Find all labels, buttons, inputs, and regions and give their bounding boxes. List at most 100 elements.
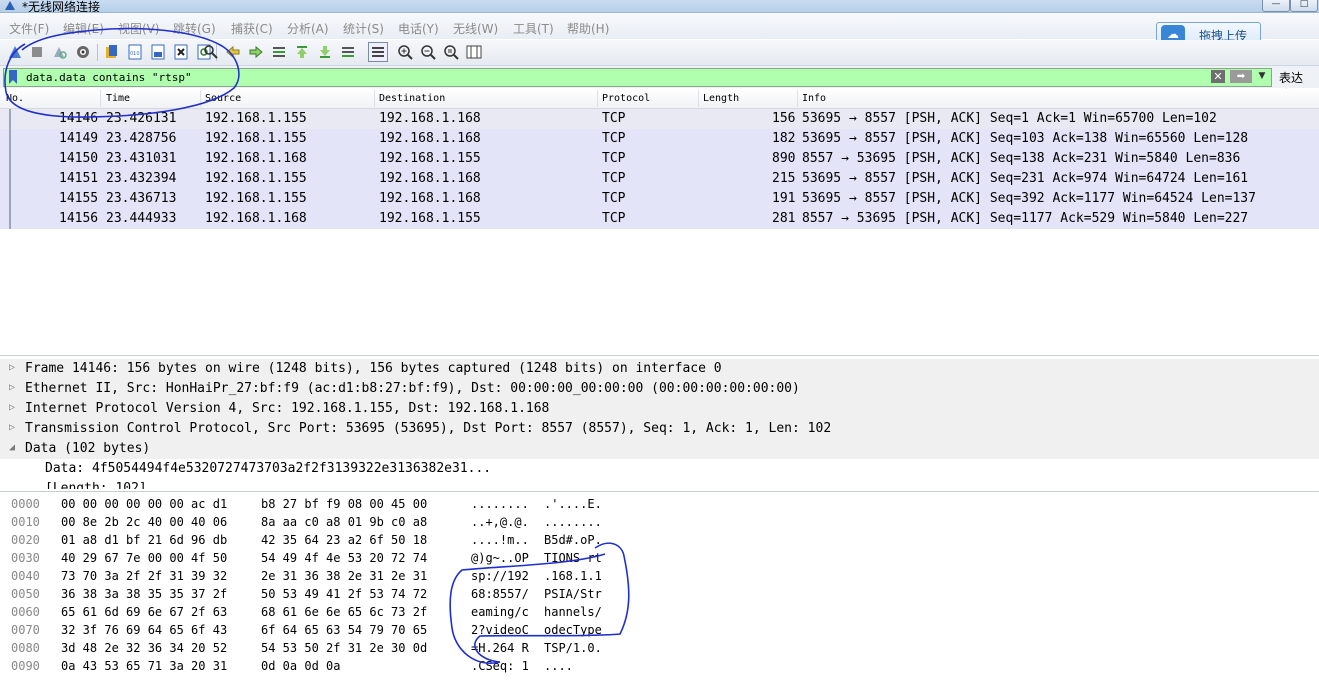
menu-statistics[interactable]: 统计(S) (343, 20, 384, 37)
go-last-icon[interactable] (317, 44, 333, 60)
clear-x-icon[interactable]: ✕ (1211, 70, 1225, 83)
zoom-normal-icon[interactable] (443, 44, 459, 60)
menu-go[interactable]: 跳转(G) (173, 20, 216, 37)
detail-tree-item[interactable]: ▷ Frame 14146: 156 bytes on wire (1248 b… (0, 359, 1319, 379)
hex-bytes: 8a aa c0 a8 01 9b c0 a8 (261, 515, 428, 529)
expand-arrow-icon[interactable]: ▷ (9, 362, 15, 373)
go-forward-icon[interactable] (248, 44, 264, 60)
apply-arrow-icon[interactable]: ➡ (1230, 70, 1252, 83)
detail-tree-item[interactable]: Data: 4f5054494f4e5320727473703a2f2f3139… (0, 459, 1319, 479)
detail-text: Frame 14146: 156 bytes on wire (1248 bit… (25, 361, 722, 376)
packet-protocol: TCP (602, 191, 626, 206)
expand-arrow-icon[interactable]: ▷ (9, 382, 15, 393)
hex-row[interactable]: 0050 36 38 3a 38 35 35 37 2f 50 53 49 41… (0, 586, 1319, 604)
detail-text: [Length: 102] (45, 481, 147, 489)
hex-bytes: 00 00 00 00 00 00 ac d1 (61, 497, 228, 511)
expand-arrow-icon[interactable]: ▷ (9, 402, 15, 413)
column-divider[interactable] (200, 90, 201, 107)
hex-row[interactable]: 0020 01 a8 d1 bf 21 6d 96 db 42 35 64 23… (0, 532, 1319, 550)
menu-capture[interactable]: 捕获(C) (231, 20, 273, 37)
packet-row[interactable]: 14151 23.432394 192.168.1.155 192.168.1.… (0, 169, 1319, 189)
save-file-icon[interactable] (150, 44, 166, 60)
find-icon[interactable] (203, 44, 219, 60)
shark-fin-start-icon[interactable] (7, 44, 23, 60)
packet-row[interactable]: 14150 23.431031 192.168.1.168 192.168.1.… (0, 149, 1319, 169)
detail-tree-item[interactable]: ◢ Data (102 bytes) (0, 439, 1319, 459)
detail-tree-item[interactable]: ▷ Transmission Control Protocol, Src Por… (0, 419, 1319, 439)
display-filter-input[interactable]: data.data contains "rtsp" ✕ ➡ ▼ (3, 68, 1272, 87)
column-header-info[interactable]: Info (802, 93, 826, 104)
packet-info: 53695 → 8557 [PSH, ACK] Seq=231 Ack=974 … (802, 171, 1249, 186)
zoom-out-icon[interactable] (420, 44, 436, 60)
packet-time: 23.426131 (106, 111, 177, 126)
detail-tree-item[interactable]: ▷ Internet Protocol Version 4, Src: 192.… (0, 399, 1319, 419)
column-divider[interactable] (698, 90, 699, 107)
hex-row[interactable]: 0030 40 29 67 7e 00 00 4f 50 54 49 4f 4e… (0, 550, 1319, 568)
open-file-icon[interactable]: 010 (127, 44, 143, 60)
column-divider[interactable] (374, 90, 375, 107)
options-gear-icon[interactable] (75, 44, 91, 60)
column-divider[interactable] (597, 90, 598, 107)
menu-tools[interactable]: 工具(T) (513, 20, 554, 37)
hex-row[interactable]: 0070 32 3f 76 69 64 65 6f 43 6f 64 65 63… (0, 622, 1319, 640)
packet-destination: 192.168.1.168 (379, 111, 481, 126)
packet-row[interactable]: 14146 23.426131 192.168.1.155 192.168.1.… (0, 109, 1319, 129)
collapse-arrow-icon[interactable]: ◢ (9, 442, 15, 453)
packet-source: 192.168.1.168 (205, 151, 307, 166)
menu-view[interactable]: 视图(V) (118, 20, 160, 37)
colorize-icon[interactable] (368, 42, 388, 62)
ascii-bytes: PSIA/Str (544, 587, 602, 601)
open-folder-icon[interactable] (104, 44, 120, 60)
column-header-destination[interactable]: Destination (379, 93, 445, 104)
column-header-no[interactable]: No. (6, 93, 24, 104)
packet-source: 192.168.1.155 (205, 191, 307, 206)
hex-bytes: 65 61 6d 69 6e 67 2f 63 (61, 605, 228, 619)
go-back-icon[interactable] (225, 44, 241, 60)
chevron-down-icon[interactable]: ▼ (1256, 70, 1268, 83)
packet-row[interactable]: 14155 23.436713 192.168.1.155 192.168.1.… (0, 189, 1319, 209)
autoscroll-icon[interactable] (340, 44, 356, 60)
hex-row[interactable]: 0040 73 70 3a 2f 2f 31 39 32 2e 31 36 38… (0, 568, 1319, 586)
menu-help[interactable]: 帮助(H) (567, 20, 609, 37)
hex-row[interactable]: 0000 00 00 00 00 00 00 ac d1 b8 27 bf f9… (0, 496, 1319, 514)
ascii-bytes: =H.264 R (471, 641, 529, 655)
packet-no: 14151 (59, 171, 99, 186)
packet-row[interactable]: 14156 23.444933 192.168.1.168 192.168.1.… (0, 209, 1319, 229)
restart-icon[interactable] (51, 44, 67, 60)
menu-wireless[interactable]: 无线(W) (453, 20, 498, 37)
column-divider[interactable] (797, 90, 798, 107)
menu-file[interactable]: 文件(F) (9, 20, 49, 37)
zoom-in-icon[interactable] (397, 44, 413, 60)
go-to-packet-icon[interactable] (271, 44, 287, 60)
hex-offset: 0020 (11, 533, 40, 547)
resize-columns-icon[interactable] (466, 44, 482, 60)
menu-telephony[interactable]: 电话(Y) (398, 20, 439, 37)
maximize-button[interactable]: □ (1290, 0, 1318, 12)
ascii-bytes: .168.1.1 (544, 569, 602, 583)
close-file-icon[interactable] (173, 44, 189, 60)
menu-analyze[interactable]: 分析(A) (287, 20, 329, 37)
hex-row[interactable]: 0010 00 8e 2b 2c 40 00 40 06 8a aa c0 a8… (0, 514, 1319, 532)
hex-row[interactable]: 0090 0a 43 53 65 71 3a 20 31 0d 0a 0d 0a… (0, 658, 1319, 676)
column-header-length[interactable]: Length (703, 93, 739, 104)
menu-edit[interactable]: 编辑(E) (63, 20, 104, 37)
column-header-protocol[interactable]: Protocol (602, 93, 650, 104)
packet-length: 182 (772, 131, 796, 146)
go-first-icon[interactable] (294, 44, 310, 60)
packet-row[interactable]: 14149 23.428756 192.168.1.155 192.168.1.… (0, 129, 1319, 149)
column-header-source[interactable]: Source (205, 93, 241, 104)
expand-arrow-icon[interactable]: ▷ (9, 422, 15, 433)
detail-tree-item[interactable]: ▷ Ethernet II, Src: HonHaiPr_27:bf:f9 (a… (0, 379, 1319, 399)
column-divider[interactable] (100, 90, 101, 107)
column-header-time[interactable]: Time (106, 93, 130, 104)
hex-row[interactable]: 0080 3d 48 2e 32 36 34 20 52 54 53 50 2f… (0, 640, 1319, 658)
hex-offset: 0090 (11, 659, 40, 673)
detail-tree-item[interactable]: [Length: 102] (0, 479, 1319, 489)
hex-offset: 0000 (11, 497, 40, 511)
hex-bytes: 50 53 49 41 2f 53 74 72 (261, 587, 428, 601)
bookmark-icon[interactable] (8, 70, 18, 84)
hex-row[interactable]: 0060 65 61 6d 69 6e 67 2f 63 68 61 6e 6e… (0, 604, 1319, 622)
minimize-button[interactable]: — (1262, 0, 1290, 12)
stop-icon[interactable] (29, 44, 45, 60)
hex-bytes: 68 61 6e 6e 65 6c 73 2f (261, 605, 428, 619)
